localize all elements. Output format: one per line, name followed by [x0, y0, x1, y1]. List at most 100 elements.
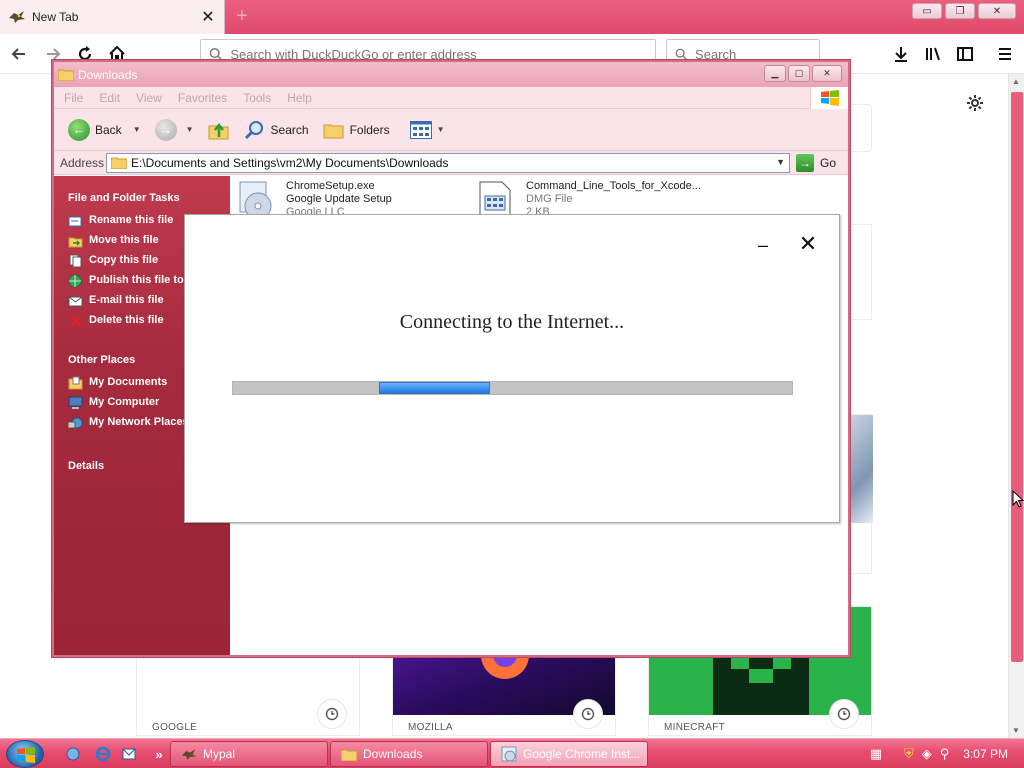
- forward-arrow-icon: →: [154, 118, 177, 141]
- keyboard-icon[interactable]: ▦: [870, 746, 882, 762]
- search-icon[interactable]: ⚲: [940, 746, 950, 762]
- chevron-down-icon[interactable]: ▼: [133, 125, 141, 134]
- go-button[interactable]: → Go: [796, 153, 837, 172]
- quicklaunch-overflow-icon[interactable]: »: [150, 745, 168, 763]
- explorer-titlebar[interactable]: Downloads ▁ ▢ ✕: [54, 62, 848, 87]
- views-button[interactable]: ▼: [406, 119, 449, 141]
- back-arrow-icon: ←: [68, 118, 90, 141]
- address-label: Address: [60, 155, 105, 170]
- menu-tools[interactable]: Tools: [243, 91, 271, 105]
- search-icon: [209, 48, 222, 61]
- folder-icon: [111, 157, 127, 169]
- folder-icon: [341, 749, 357, 761]
- network-icon[interactable]: ◈: [922, 746, 932, 762]
- explorer-address-bar: Address E:\Documents and Settings\vm2\My…: [54, 151, 848, 175]
- forward-button[interactable]: → ▼: [151, 117, 198, 143]
- dialog-minimize-button[interactable]: –: [753, 235, 773, 255]
- internet-explorer-icon[interactable]: [94, 745, 112, 763]
- clock-icon: [573, 699, 603, 729]
- scroll-down-arrow-icon[interactable]: ▼: [1012, 726, 1020, 735]
- downloads-icon[interactable]: [888, 42, 914, 66]
- go-label: Go: [820, 155, 837, 170]
- install-status-text: Connecting to the Internet...: [399, 311, 625, 333]
- up-folder-button[interactable]: [204, 118, 234, 142]
- folders-label: Folders: [349, 122, 390, 137]
- menu-hamburger-icon[interactable]: [992, 42, 1018, 66]
- mouse-cursor-icon: [1012, 490, 1024, 508]
- dialog-close-button[interactable]: ✕: [797, 231, 819, 256]
- sidebar-icon[interactable]: [952, 42, 978, 66]
- page-scrollbar[interactable]: ▲ ▼: [1008, 74, 1024, 738]
- move-icon: [68, 237, 83, 248]
- windows-flag-icon: [810, 87, 848, 109]
- back-button[interactable]: ← Back ▼: [64, 117, 145, 143]
- minimize-button[interactable]: ▭: [912, 3, 942, 19]
- tab-new-tab[interactable]: New Tab ✕: [0, 0, 225, 34]
- address-dropdown-icon[interactable]: ▼: [776, 157, 785, 167]
- explorer-close-button[interactable]: ✕: [812, 65, 842, 82]
- email-icon: [68, 296, 83, 307]
- folders-button[interactable]: Folders: [319, 118, 394, 142]
- settings-gear-icon[interactable]: [966, 94, 984, 117]
- explorer-toolbar: ← Back ▼ → ▼ Search Folders ▼: [54, 109, 848, 151]
- up-folder-icon: [208, 122, 229, 139]
- search-button[interactable]: Search: [240, 118, 313, 142]
- file-folder-tasks-heading[interactable]: File and Folder Tasks: [68, 192, 230, 204]
- installer-icon: [501, 746, 517, 762]
- search-label: Search: [270, 122, 309, 137]
- menu-file[interactable]: File: [64, 91, 83, 105]
- copy-icon: [69, 254, 82, 268]
- menu-help[interactable]: Help: [287, 91, 312, 105]
- address-input[interactable]: E:\Documents and Settings\vm2\My Documen…: [106, 152, 790, 173]
- tile-label: GOOGLE: [152, 722, 198, 733]
- system-tray: ▦ ⛨ ◈ ⚲ 3:07 PM: [870, 739, 1024, 768]
- shield-icon[interactable]: ⛨: [904, 746, 914, 762]
- search-box-edge: [848, 104, 872, 152]
- tray-clock[interactable]: 3:07 PM: [963, 747, 1008, 761]
- file-type: Google Update Setup: [286, 193, 392, 205]
- show-desktop-icon[interactable]: [64, 745, 82, 763]
- taskbar: » Mypal Downloads Google Chrome Inst... …: [0, 738, 1024, 768]
- menu-view[interactable]: View: [136, 91, 162, 105]
- taskbar-button-mypal[interactable]: Mypal: [170, 741, 328, 767]
- taskbar-button-downloads[interactable]: Downloads: [330, 741, 488, 767]
- scrollbar-thumb[interactable]: [1011, 92, 1023, 662]
- file-name: Command_Line_Tools_for_Xcode...: [526, 180, 701, 192]
- menu-favorites[interactable]: Favorites: [178, 91, 227, 105]
- file-type: DMG File: [526, 193, 573, 205]
- explorer-title: Downloads: [78, 67, 138, 82]
- explorer-window-controls: ▁ ▢ ✕: [764, 65, 842, 82]
- chevron-down-icon[interactable]: ▼: [186, 125, 194, 134]
- email-client-icon[interactable]: [120, 745, 138, 763]
- windows-logo-icon: [17, 747, 35, 763]
- tab-title: New Tab: [32, 10, 79, 24]
- chevron-down-icon: ▼: [436, 125, 445, 134]
- explorer-minimize-button[interactable]: ▁: [764, 65, 786, 82]
- menu-edit[interactable]: Edit: [99, 91, 120, 105]
- close-button[interactable]: ✕: [978, 3, 1016, 19]
- folders-icon: [323, 124, 344, 138]
- back-arrow-icon[interactable]: [6, 42, 32, 66]
- new-tab-button[interactable]: +: [232, 5, 252, 27]
- network-places-icon: [68, 417, 83, 429]
- scroll-up-arrow-icon[interactable]: ▲: [1012, 77, 1020, 86]
- globe-icon: [68, 274, 82, 288]
- explorer-maximize-button[interactable]: ▢: [788, 65, 810, 82]
- mypal-logo-icon: [9, 11, 25, 23]
- clock-icon: [317, 699, 347, 729]
- start-button[interactable]: [6, 740, 44, 768]
- restore-button[interactable]: ❐: [945, 3, 975, 19]
- browser-window-controls: ▭ ❐ ✕: [912, 3, 1016, 19]
- views-grid-icon: [409, 120, 432, 139]
- taskbar-button-chrome-installer[interactable]: Google Chrome Inst...: [490, 741, 648, 767]
- highlight-card-edge: [848, 414, 873, 574]
- back-label: Back: [95, 122, 122, 137]
- tile-label: MINECRAFT: [664, 722, 726, 733]
- my-computer-icon: [68, 396, 83, 409]
- library-icon[interactable]: [920, 42, 946, 66]
- search-icon: [675, 48, 687, 60]
- snippet-card-edge: [848, 224, 872, 320]
- tab-close-icon[interactable]: ✕: [198, 7, 218, 27]
- go-arrow-icon: →: [796, 153, 814, 172]
- address-value: E:\Documents and Settings\vm2\My Documen…: [131, 155, 449, 170]
